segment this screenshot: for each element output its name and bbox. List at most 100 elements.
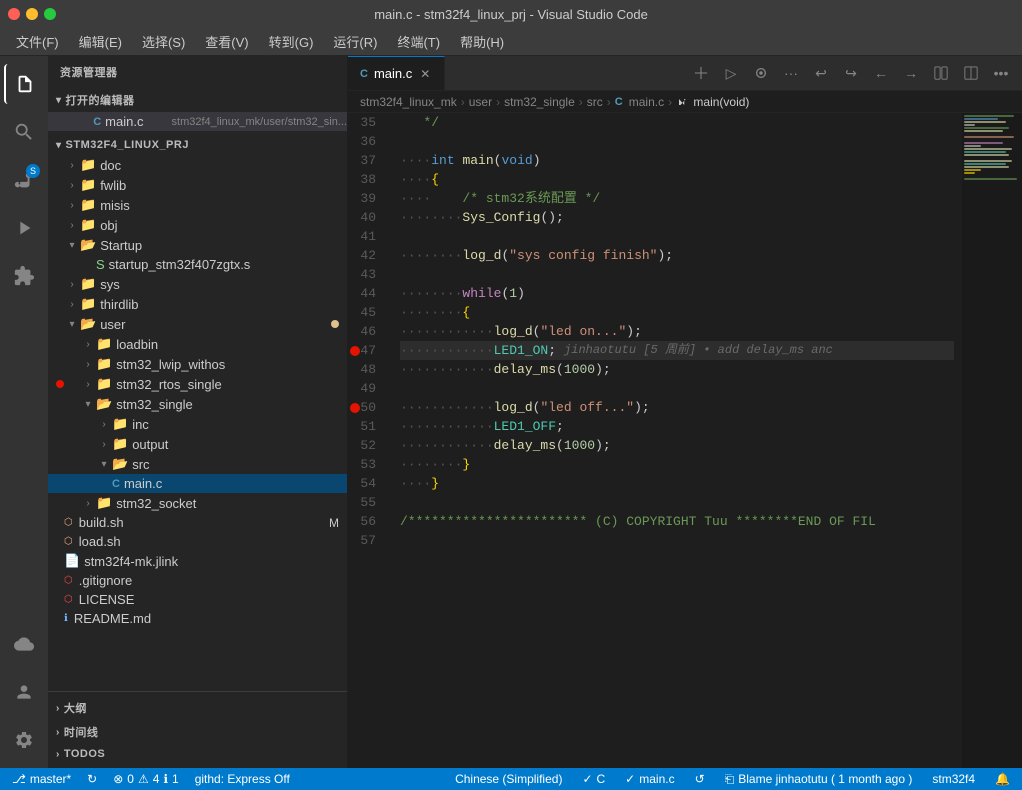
tree-loadsh[interactable]: ⬡ load.sh (48, 532, 347, 551)
tree-license[interactable]: ⬡ LICENSE (48, 590, 347, 609)
activity-run[interactable] (4, 208, 44, 248)
menu-file[interactable]: 文件(F) (8, 30, 67, 53)
activity-account[interactable] (4, 672, 44, 712)
tree-lwip[interactable]: › 📁 stm32_lwip_withos (48, 354, 347, 374)
code-content[interactable]: */ ···· int main ( void ) ···· { (392, 113, 962, 768)
branch-indicator[interactable]: ⎇ master* (8, 768, 75, 790)
menu-goto[interactable]: 转到(G) (261, 30, 322, 53)
project-header[interactable]: ▾ STM32F4_LINUX_PRJ (48, 135, 347, 155)
activity-settings[interactable] (4, 720, 44, 760)
run-file-button[interactable]: ▷ (718, 60, 744, 86)
code-line-38: ···· { (400, 170, 954, 189)
tree-mainc[interactable]: C main.c (48, 474, 347, 493)
language-indicator[interactable]: ✓ C (578, 768, 609, 790)
activity-remote[interactable] (4, 624, 44, 664)
tree-output[interactable]: › 📁 output (48, 434, 347, 454)
code-line-55 (400, 493, 954, 512)
menu-select[interactable]: 选择(S) (134, 30, 193, 53)
breadcrumb-sep2: › (496, 95, 500, 109)
more-options-button[interactable]: ··· (778, 60, 804, 86)
refresh-indicator[interactable]: ↺ (691, 768, 709, 790)
target-indicator[interactable]: stm32f4 (928, 768, 979, 790)
tree-readme[interactable]: ℹ README.md (48, 609, 347, 628)
git-file-indicator[interactable]: ✓ main.c (621, 768, 678, 790)
split-editor-button[interactable] (688, 60, 714, 86)
debug-button[interactable] (748, 60, 774, 86)
open-editors-header[interactable]: ▾ 打开的编辑器 (48, 88, 347, 112)
close-button[interactable] (8, 8, 20, 20)
tree-gitignore[interactable]: ⬡ .gitignore (48, 571, 347, 590)
redo-button[interactable]: ↪ (838, 60, 864, 86)
tree-thirdlib[interactable]: › 📁 thirdlib (48, 294, 347, 314)
tree-buildsh[interactable]: ⬡ build.sh M (48, 513, 347, 532)
menu-run[interactable]: 运行(R) (325, 30, 385, 53)
tree-user[interactable]: ▾ 📂 user (48, 314, 347, 334)
tree-startup-file[interactable]: S startup_stm32f407zgtx.s (48, 255, 347, 274)
activity-explorer[interactable] (4, 64, 44, 104)
minimize-button[interactable] (26, 8, 38, 20)
breadcrumb-root[interactable]: stm32f4_linux_mk (360, 95, 457, 109)
code-editor[interactable]: 35 36 37 38 39 40 41 42 43 44 45 46 47 4… (348, 113, 1022, 768)
breadcrumb-fn[interactable]: main(void) (676, 95, 749, 109)
tree-socket[interactable]: › 📁 stm32_socket (48, 493, 347, 513)
tree-jlink[interactable]: 📄 stm32f4-mk.jlink (48, 551, 347, 571)
tree-rtos[interactable]: › 📁 stm32_rtos_single (48, 374, 347, 394)
errors-indicator[interactable]: ⊗ 0 ⚠ 4 ℹ 1 (109, 768, 182, 790)
tree-arrow-fwlib: › (64, 180, 80, 191)
nav-forward-button[interactable]: → (898, 60, 924, 86)
remote-indicator[interactable]: githd: Express Off (191, 768, 294, 790)
sync-button[interactable]: ↻ (83, 768, 101, 790)
breadcrumb-single[interactable]: stm32_single (504, 95, 575, 109)
target-label: stm32f4 (932, 772, 975, 786)
tree-single[interactable]: ▾ 📂 stm32_single (48, 394, 347, 414)
menu-terminal[interactable]: 终端(T) (389, 30, 448, 53)
tree-sys[interactable]: › 📁 sys (48, 274, 347, 294)
tree-arrow-output: › (96, 439, 112, 450)
nav-back-button[interactable]: ← (868, 60, 894, 86)
minimap[interactable] (962, 113, 1022, 768)
activity-extensions[interactable] (4, 256, 44, 296)
file-sh-icon2: ⬡ (64, 536, 73, 547)
minimap-line (964, 118, 998, 120)
breadcrumb-src[interactable]: src (587, 95, 603, 109)
undo-button[interactable]: ↩ (808, 60, 834, 86)
tree-inc[interactable]: › 📁 inc (48, 414, 347, 434)
tree-fwlib[interactable]: › 📁 fwlib (48, 175, 347, 195)
tree-src[interactable]: ▾ 📂 src (48, 454, 347, 474)
menu-help[interactable]: 帮助(H) (452, 30, 512, 53)
tree-misis[interactable]: › 📁 misis (48, 195, 347, 215)
breadcrumb-user[interactable]: user (469, 95, 492, 109)
tree-obj[interactable]: › 📁 obj (48, 215, 347, 235)
code-line-45: ········ { (400, 303, 954, 322)
activity-search[interactable] (4, 112, 44, 152)
maximize-button[interactable] (44, 8, 56, 20)
tab-close-button[interactable]: ✕ (418, 65, 432, 83)
tab-mainc[interactable]: C main.c ✕ (348, 56, 445, 90)
tree-loadbin[interactable]: › 📁 loadbin (48, 334, 347, 354)
code-line-42: ········ log_d ( "sys config finish" ); (400, 246, 954, 265)
notification-bell[interactable]: 🔔 (991, 768, 1014, 790)
blame-indicator[interactable]: ⎗ Blame jinhaotutu ( 1 month ago ) (721, 768, 917, 790)
window-controls[interactable] (8, 8, 56, 20)
code-token: log_d (494, 322, 533, 341)
minimap-line (964, 145, 981, 147)
encoding-indicator[interactable]: Chinese (Simplified) (451, 768, 566, 790)
errors-count: 0 (127, 772, 134, 786)
todos-section[interactable]: › TODOS (48, 744, 347, 764)
breadcrumb: stm32f4_linux_mk › user › stm32_single ›… (348, 91, 1022, 113)
tree-arrow-doc: › (64, 160, 80, 171)
breadcrumb-mainc[interactable]: main.c (629, 95, 664, 109)
activity-source-control[interactable]: S (4, 160, 44, 200)
open-file-mainc[interactable]: ✕ C main.c stm32f4_linux_mk/user/stm32_s… (48, 112, 347, 131)
more-button[interactable]: ••• (988, 60, 1014, 86)
open-changes-button[interactable] (928, 60, 954, 86)
timeline-section[interactable]: › 时间线 (48, 720, 347, 744)
outline-section[interactable]: › 大纲 (48, 696, 347, 720)
tree-doc[interactable]: › 📁 doc (48, 155, 347, 175)
menu-edit[interactable]: 编辑(E) (71, 30, 130, 53)
tree-label-readme: README.md (74, 611, 347, 626)
tree-startup[interactable]: ▾ 📂 Startup (48, 235, 347, 255)
split-view-button[interactable] (958, 60, 984, 86)
menu-view[interactable]: 查看(V) (197, 30, 256, 53)
tree-label-mainc: main.c (124, 476, 347, 491)
